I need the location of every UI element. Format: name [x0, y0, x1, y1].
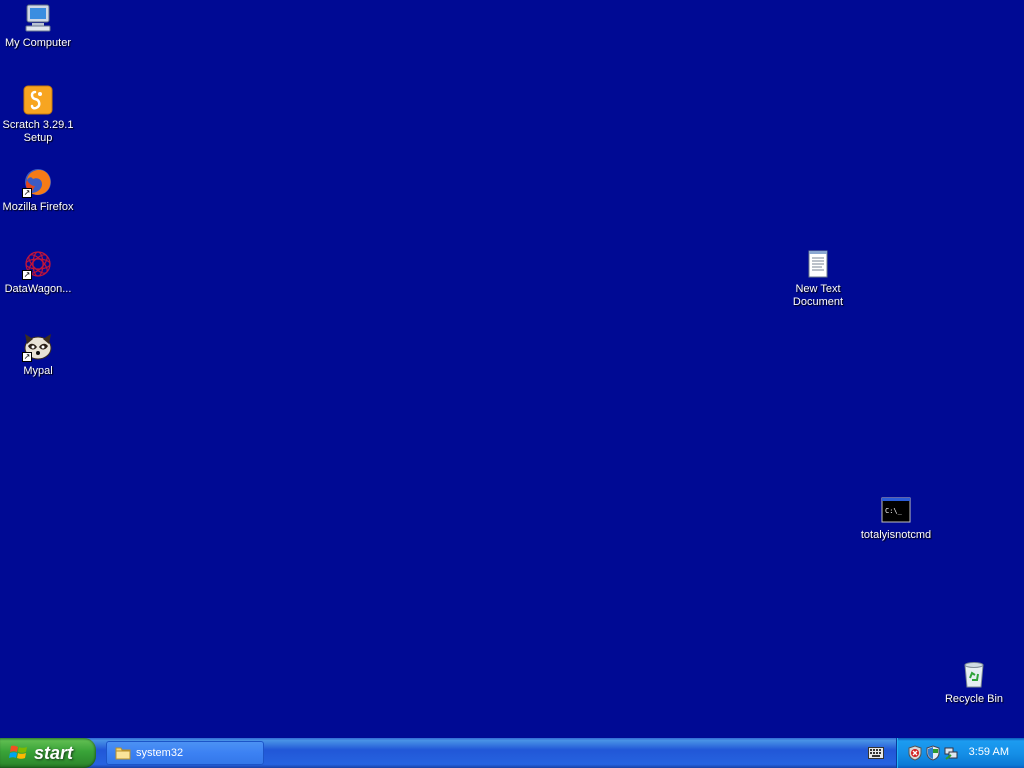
text-document-icon [802, 248, 834, 280]
desktop-icon-label: My Computer [4, 37, 72, 49]
shortcut-arrow-icon: ↗ [22, 270, 32, 280]
start-button[interactable]: start [0, 738, 96, 768]
windows-logo-icon [9, 745, 27, 759]
desktop-icon-label: DataWagon... [4, 283, 72, 295]
desktop-icon-label: Mozilla Firefox [2, 201, 74, 213]
taskbar: start system32 3:59 AM [0, 738, 1024, 768]
desktop-icon-label: Recycle Bin [944, 693, 1004, 705]
network-icon[interactable] [943, 745, 959, 761]
desktop-icon-new-text-document[interactable]: New Text Document [780, 248, 856, 309]
security-alert-icon[interactable] [907, 745, 923, 761]
system-tray: 3:59 AM [896, 738, 1024, 768]
start-label: start [34, 742, 74, 763]
firefox-icon: ↗ [22, 166, 54, 198]
shortcut-arrow-icon: ↗ [22, 188, 32, 198]
datawagon-icon: ↗ [22, 248, 54, 280]
desktop-icon-label: New Text Document [792, 283, 844, 308]
taskbar-button-label: system32 [136, 747, 184, 759]
mypal-icon: ↗ [22, 330, 54, 362]
recycle-bin-icon [958, 658, 990, 690]
shield-icon[interactable] [925, 745, 941, 761]
taskbar-button-system32[interactable]: system32 [106, 741, 264, 765]
scratch-icon [22, 84, 54, 116]
cmd-icon: C:\_ [880, 494, 912, 526]
clock[interactable]: 3:59 AM [969, 746, 1009, 758]
keyboard-icon[interactable] [868, 747, 884, 759]
shortcut-arrow-icon: ↗ [22, 352, 32, 362]
svg-text:C:\_: C:\_ [885, 507, 903, 515]
desktop-icon-recycle-bin[interactable]: Recycle Bin [936, 658, 1012, 706]
desktop-icon-firefox[interactable]: ↗ Mozilla Firefox [0, 166, 76, 214]
desktop-icon-totalyisnotcmd[interactable]: C:\_ totalyisnotcmd [858, 494, 934, 542]
desktop-icon-my-computer[interactable]: My Computer [0, 2, 76, 50]
folder-icon [115, 747, 131, 760]
my-computer-icon [22, 2, 54, 34]
desktop-icon-scratch-setup[interactable]: Scratch 3.29.1 Setup [0, 84, 76, 145]
desktop-icon-label: Mypal [23, 365, 53, 377]
desktop-icon-mypal[interactable]: ↗ Mypal [0, 330, 76, 378]
desktop-icon-datawagon[interactable]: ↗ DataWagon... [0, 248, 76, 296]
desktop-icon-label: Scratch 3.29.1 Setup [2, 119, 74, 144]
desktop-icon-label: totalyisnotcmd [860, 529, 932, 541]
desktop[interactable]: My Computer Scratch 3.29.1 Setup ↗ Mozil… [0, 0, 1024, 738]
